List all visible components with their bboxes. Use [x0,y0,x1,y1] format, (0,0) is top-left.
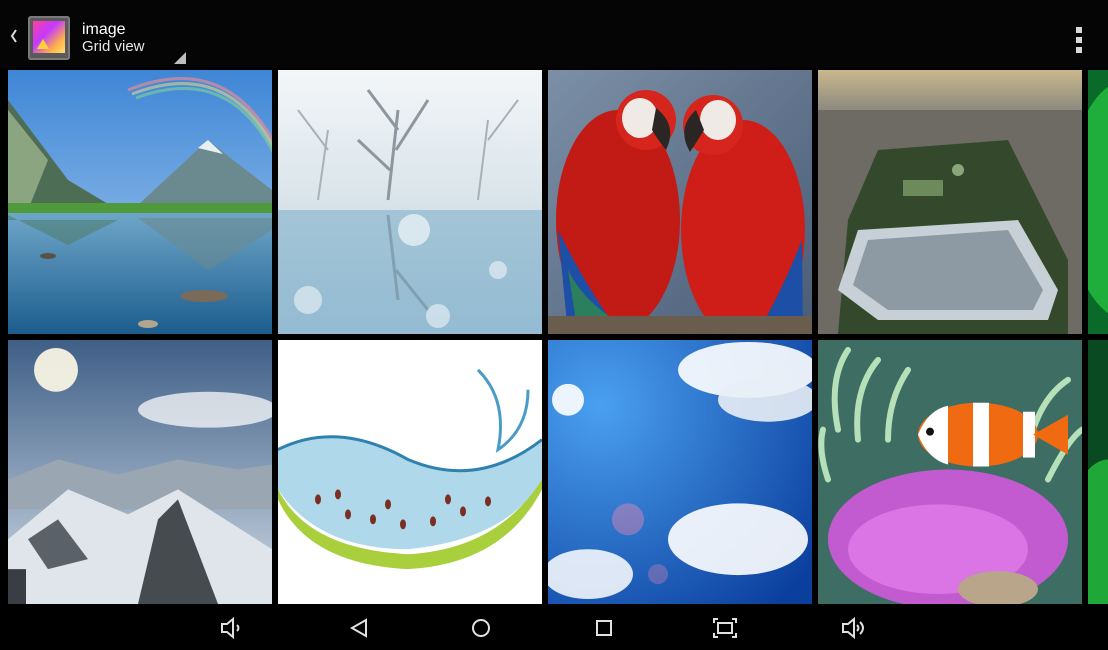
overflow-dot [1076,47,1082,53]
partial-green-photo-2[interactable] [1088,340,1108,604]
image-grid [8,70,1108,605]
gallery-app-icon-image [33,21,65,53]
mountain-lake-rainbow-photo[interactable] [8,70,272,334]
snowy-lake-photo[interactable] [278,70,542,334]
spinner-triangle-icon[interactable] [174,52,186,64]
gallery-app-icon[interactable] [28,16,70,60]
navigation-bar [0,605,1108,650]
page-title: image [82,21,126,38]
volume-down-icon[interactable] [218,614,246,642]
overflow-dot [1076,27,1082,33]
view-mode-label: Grid view [82,38,145,55]
overflow-menu-icon[interactable] [1076,27,1082,53]
action-bar: image Grid view [0,0,1108,68]
snowy-mountains-photo[interactable] [8,340,272,604]
clownfish-anemone-photo[interactable] [818,340,1082,604]
screenshot-icon[interactable] [711,614,739,642]
volume-up-icon[interactable] [840,614,868,642]
back-icon[interactable] [346,614,374,642]
partial-green-photo[interactable] [1088,70,1108,334]
overflow-dot [1076,37,1082,43]
recents-icon[interactable] [590,614,618,642]
watermelon-splash-photo[interactable] [278,340,542,604]
home-icon[interactable] [467,614,495,642]
blue-sky-clouds-photo[interactable] [548,340,812,604]
title-spinner[interactable]: image Grid view [82,21,145,55]
chevron-left-icon[interactable] [10,29,18,43]
macaws-photo[interactable] [548,70,812,334]
aerial-park-photo[interactable] [818,70,1082,334]
